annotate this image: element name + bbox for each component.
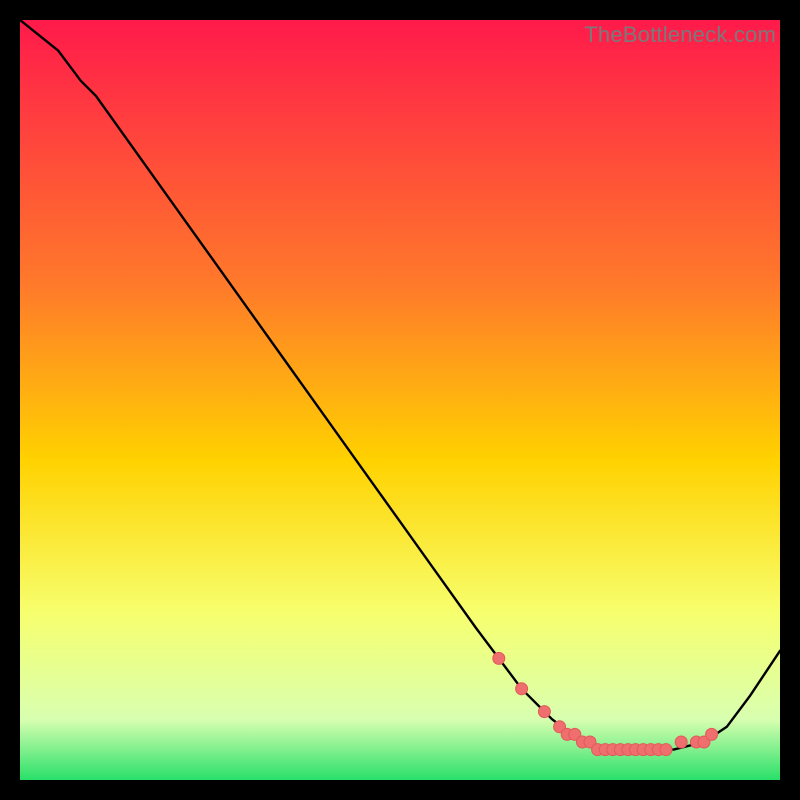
chart-frame: TheBottleneck.com (20, 20, 780, 780)
watermark: TheBottleneck.com (584, 22, 776, 48)
marker-point (706, 728, 718, 740)
heat-gradient (20, 20, 780, 780)
marker-point (660, 744, 672, 756)
bottleneck-plot (20, 20, 780, 780)
marker-point (493, 652, 505, 664)
marker-point (516, 683, 528, 695)
marker-point (675, 736, 687, 748)
marker-point (538, 706, 550, 718)
